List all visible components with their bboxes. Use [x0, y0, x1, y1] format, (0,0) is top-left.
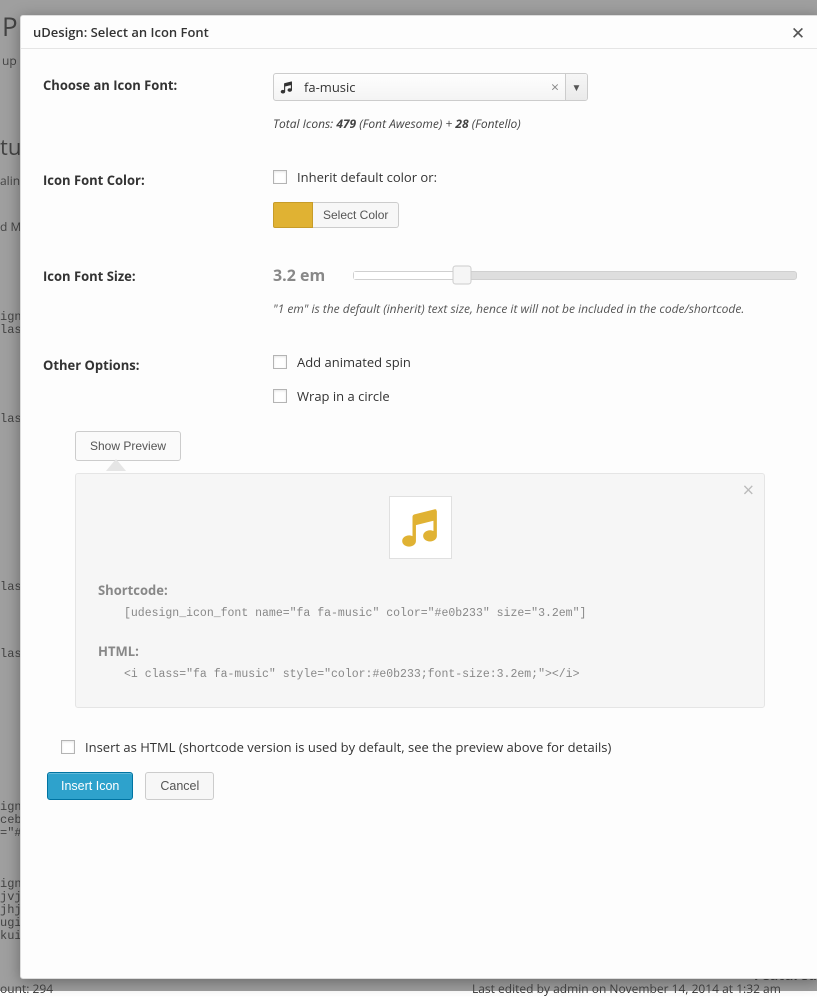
- icon-font-select[interactable]: fa-music × ▼: [273, 73, 588, 101]
- inherit-color-checkbox[interactable]: [273, 170, 287, 184]
- choose-font-label: Choose an Icon Font:: [43, 76, 177, 94]
- preview-icon: [389, 496, 452, 559]
- insert-icon-button[interactable]: Insert Icon: [47, 772, 133, 800]
- circle-checkbox[interactable]: [273, 389, 287, 403]
- music-icon: [274, 74, 298, 100]
- insert-as-html-checkbox[interactable]: [61, 740, 75, 754]
- insert-as-html-label: Insert as HTML (shortcode version is use…: [85, 738, 611, 756]
- modal-header: uDesign: Select an Icon Font ✕: [21, 16, 817, 49]
- modal-body: Choose an Icon Font: fa-music × ▼ Total …: [21, 49, 817, 978]
- clear-icon[interactable]: ×: [545, 78, 565, 97]
- shortcode-heading: Shortcode:: [98, 581, 742, 599]
- shortcode-code: [udesign_icon_font name="fa fa-music" co…: [98, 607, 742, 620]
- show-preview-button[interactable]: Show Preview: [75, 431, 181, 461]
- spin-checkbox[interactable]: [273, 355, 287, 369]
- slider-handle[interactable]: [453, 266, 472, 285]
- spin-label: Add animated spin: [297, 353, 411, 371]
- icon-font-value: fa-music: [298, 78, 545, 96]
- icon-color-label: Icon Font Color:: [43, 171, 145, 189]
- size-value: 3.2 em: [273, 264, 353, 286]
- circle-label: Wrap in a circle: [297, 387, 390, 405]
- preview-panel: × Shortcode: [udesign_icon_font name="fa…: [75, 473, 765, 708]
- color-swatch[interactable]: [273, 202, 313, 228]
- preview-arrow: [107, 460, 125, 471]
- icon-font-modal: uDesign: Select an Icon Font ✕ Choose an…: [20, 15, 817, 979]
- icon-size-label: Icon Font Size:: [43, 267, 136, 285]
- modal-title: uDesign: Select an Icon Font: [33, 23, 209, 41]
- preview-close-icon[interactable]: ×: [743, 480, 754, 500]
- other-options-label: Other Options:: [43, 356, 139, 374]
- html-code: <i class="fa fa-music" style="color:#e0b…: [98, 668, 742, 681]
- close-icon[interactable]: ✕: [789, 23, 807, 41]
- chevron-down-icon[interactable]: ▼: [565, 74, 587, 100]
- select-color-button[interactable]: Select Color: [313, 202, 399, 228]
- inherit-color-text: Inherit default color or:: [297, 168, 437, 186]
- cancel-button[interactable]: Cancel: [145, 772, 214, 800]
- size-slider[interactable]: [353, 271, 797, 280]
- total-icons-text: Total Icons: 479 (Font Awesome) + 28 (Fo…: [273, 115, 797, 132]
- size-note: "1 em" is the default (inherit) text siz…: [273, 300, 797, 317]
- html-heading: HTML:: [98, 642, 742, 660]
